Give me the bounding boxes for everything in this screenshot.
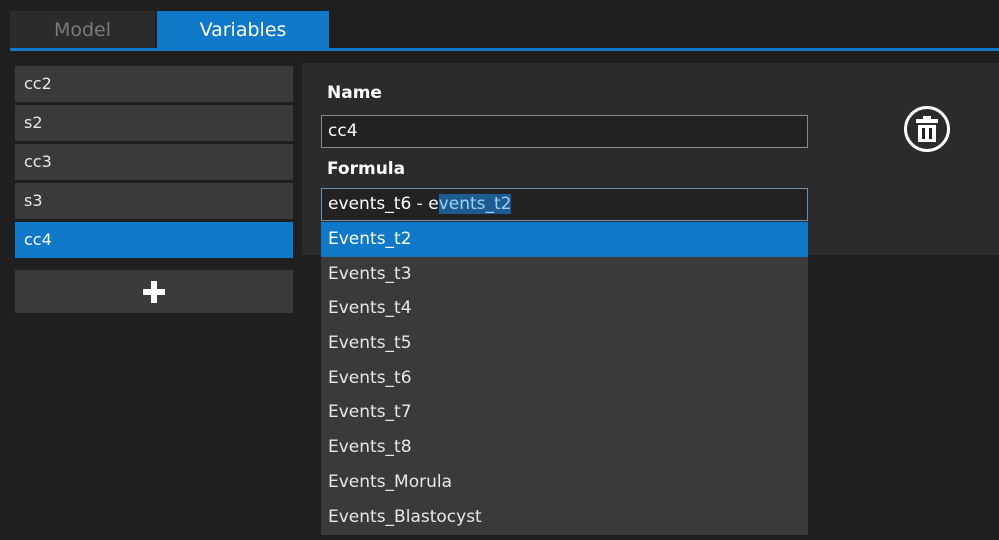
add-variable-button[interactable] <box>15 270 293 313</box>
variable-item-cc2[interactable]: cc2 <box>15 66 293 102</box>
tab-model[interactable]: Model <box>10 11 155 48</box>
variable-item-s2[interactable]: s2 <box>15 105 293 141</box>
formula-label: Formula <box>327 159 406 179</box>
autocomplete-item[interactable]: Events_t2 <box>321 222 808 257</box>
plus-icon <box>143 280 165 303</box>
tab-bar: Model Variables <box>0 0 999 48</box>
formula-field[interactable]: events_t6 - events_t2 <box>321 188 808 221</box>
tab-variables[interactable]: Variables <box>157 11 329 48</box>
autocomplete-item[interactable]: Events_t3 <box>321 257 808 292</box>
autocomplete-item[interactable]: Events_t4 <box>321 291 808 326</box>
name-label: Name <box>327 83 382 103</box>
name-field[interactable]: cc4 <box>321 115 808 148</box>
autocomplete-item[interactable]: Events_t5 <box>321 326 808 361</box>
autocomplete-item[interactable]: Events_t8 <box>321 430 808 465</box>
variable-item-cc4[interactable]: cc4 <box>15 222 293 258</box>
autocomplete-item[interactable]: Events_Morula <box>321 465 808 500</box>
formula-completion-text: vents_t2 <box>438 194 512 214</box>
delete-variable-button[interactable] <box>904 106 950 152</box>
autocomplete-item[interactable]: Events_t7 <box>321 395 808 430</box>
variable-item-s3[interactable]: s3 <box>15 183 293 219</box>
autocomplete-dropdown: Events_t2 Events_t3 Events_t4 Events_t5 … <box>321 222 808 535</box>
variable-item-cc3[interactable]: cc3 <box>15 144 293 180</box>
autocomplete-item[interactable]: Events_Blastocyst <box>321 500 808 535</box>
tab-underline <box>10 48 999 51</box>
trash-icon <box>916 116 938 142</box>
autocomplete-item[interactable]: Events_t6 <box>321 361 808 396</box>
variable-list: cc2 s2 cc3 s3 cc4 <box>15 66 293 261</box>
formula-typed-text: events_t6 - e <box>328 194 439 214</box>
